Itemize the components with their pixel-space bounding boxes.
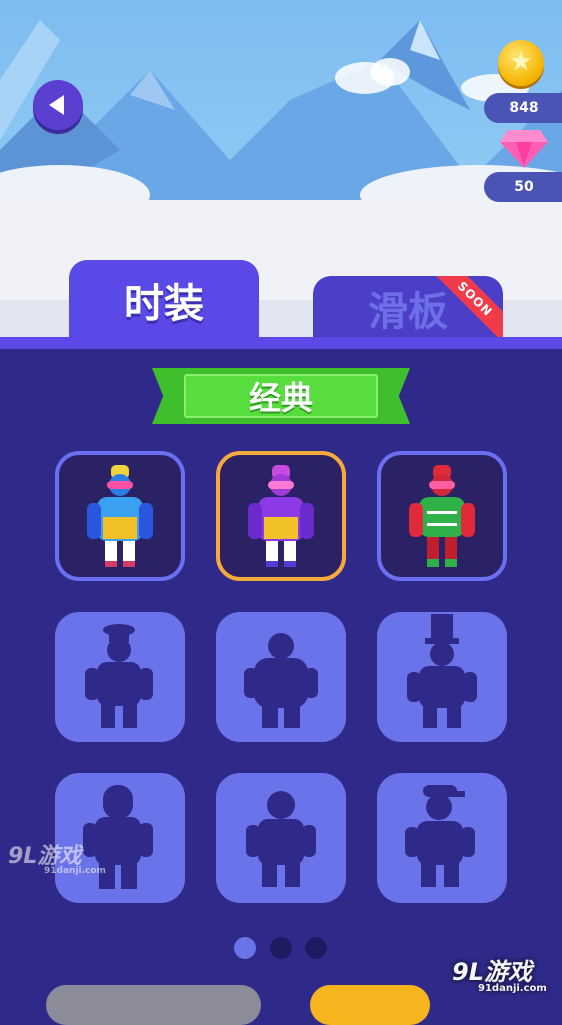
category-title: 经典 xyxy=(248,379,313,417)
page-dot-1[interactable] xyxy=(234,937,256,959)
tab-outfits-label: 时装 xyxy=(124,280,204,327)
tab-underline xyxy=(0,337,562,349)
buy-with-coins-button[interactable] xyxy=(310,985,430,1025)
gem-counter: 50 xyxy=(484,172,562,202)
outfit-slot-6[interactable] xyxy=(377,612,507,742)
watermark-url-right: 91danji.com xyxy=(478,983,547,994)
outfit-slot-1[interactable] xyxy=(55,451,185,581)
outfit-slot-3[interactable] xyxy=(377,451,507,581)
christmas-sweater-outfit-icon xyxy=(409,465,475,567)
star-coin-icon: ★ xyxy=(498,40,544,86)
outfit-slot-4[interactable] xyxy=(55,612,185,742)
coin-counter: 848 xyxy=(484,93,562,123)
watermark-brand-right: 9L游戏 xyxy=(452,958,532,986)
tab-outfits[interactable]: 时装 xyxy=(69,260,259,340)
page-dot-2[interactable] xyxy=(270,937,292,959)
cap-silhouette-icon xyxy=(405,785,475,887)
page-dot-3[interactable] xyxy=(305,937,327,959)
round-head-silhouette-icon xyxy=(246,791,316,887)
bulky-jacket-silhouette-icon xyxy=(244,633,318,728)
watermark-url: 91danji.com xyxy=(44,866,106,876)
watermark-right: 9L游戏 91danji.com xyxy=(452,952,547,994)
chef-hat-silhouette-icon xyxy=(85,624,153,728)
blue-yellow-jacket-outfit-icon xyxy=(87,465,153,567)
outfit-slot-2[interactable] xyxy=(216,451,346,581)
pink-diamond-icon xyxy=(500,130,548,168)
top-hat-silhouette-icon xyxy=(407,614,477,728)
back-button[interactable] xyxy=(33,80,83,130)
buy-with-gems-button[interactable] xyxy=(46,985,261,1025)
back-arrow-icon xyxy=(48,95,64,115)
outfit-slot-8[interactable] xyxy=(216,773,346,903)
tab-skateboard-label: 滑板 xyxy=(368,288,448,335)
outfit-slot-9[interactable] xyxy=(377,773,507,903)
category-ribbon: 经典 xyxy=(152,368,410,424)
tab-skateboard[interactable]: 滑板 SOON xyxy=(313,276,503,340)
watermark-left: 9L游戏 91danji.com xyxy=(8,838,106,876)
purple-yellow-jacket-outfit-icon xyxy=(248,465,314,567)
outfit-slot-5[interactable] xyxy=(216,612,346,742)
